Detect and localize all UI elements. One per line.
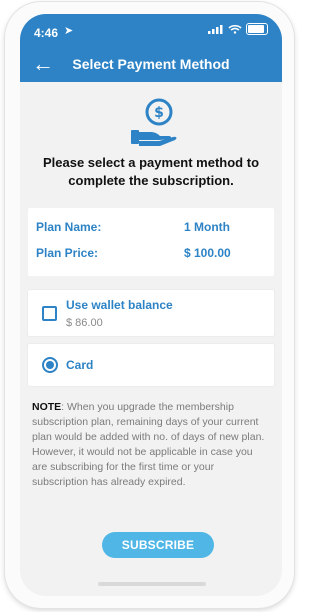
wallet-option-label: Use wallet balance xyxy=(66,298,173,312)
app-screen: 4:46 ➤ ← Select Payment Method $ Please … xyxy=(20,14,282,596)
nav-bar: ← Select Payment Method xyxy=(20,48,282,82)
plan-price-row: Plan Price: $ 100.00 xyxy=(36,246,266,266)
card-radio[interactable] xyxy=(42,357,58,373)
svg-text:$: $ xyxy=(154,105,164,121)
phone-frame: 4:46 ➤ ← Select Payment Method $ Please … xyxy=(5,2,294,608)
payment-hand-dollar-icon: $ xyxy=(131,98,177,146)
page-title: Select Payment Method xyxy=(72,56,230,72)
signal-icon xyxy=(208,25,223,34)
location-icon: ➤ xyxy=(64,25,74,37)
card-option[interactable]: Card xyxy=(28,344,274,386)
status-bar: 4:46 ➤ xyxy=(20,14,282,46)
wallet-balance-option[interactable]: Use wallet balance $ 86.00 xyxy=(28,290,274,336)
subscribe-button[interactable]: SUBSCRIBE xyxy=(102,532,214,558)
battery-icon xyxy=(246,23,268,35)
plan-name-label: Plan Name: xyxy=(36,220,102,234)
intro-text: Please select a payment method to comple… xyxy=(42,155,260,188)
plan-summary-card: Plan Name: 1 Month Plan Price: $ 100.00 xyxy=(28,208,274,276)
status-icons xyxy=(208,23,268,35)
wifi-icon xyxy=(228,24,242,34)
plan-price-label: Plan Price: xyxy=(36,246,99,260)
notch xyxy=(91,14,211,36)
wallet-checkbox[interactable] xyxy=(42,306,57,321)
plan-name-row: Plan Name: 1 Month xyxy=(36,220,266,240)
top-bar: 4:46 ➤ ← Select Payment Method xyxy=(20,14,282,82)
home-indicator xyxy=(98,582,206,586)
note-prefix: NOTE xyxy=(32,401,62,413)
plan-price-value: $ 100.00 xyxy=(184,246,231,260)
status-time: 4:46 xyxy=(34,26,59,40)
note-text: NOTE: When you upgrade the membership su… xyxy=(32,400,270,490)
card-option-label: Card xyxy=(66,358,94,372)
plan-name-value: 1 Month xyxy=(184,220,230,234)
wallet-balance-amount: $ 86.00 xyxy=(66,317,103,329)
note-body: : When you upgrade the membership subscr… xyxy=(32,401,265,488)
